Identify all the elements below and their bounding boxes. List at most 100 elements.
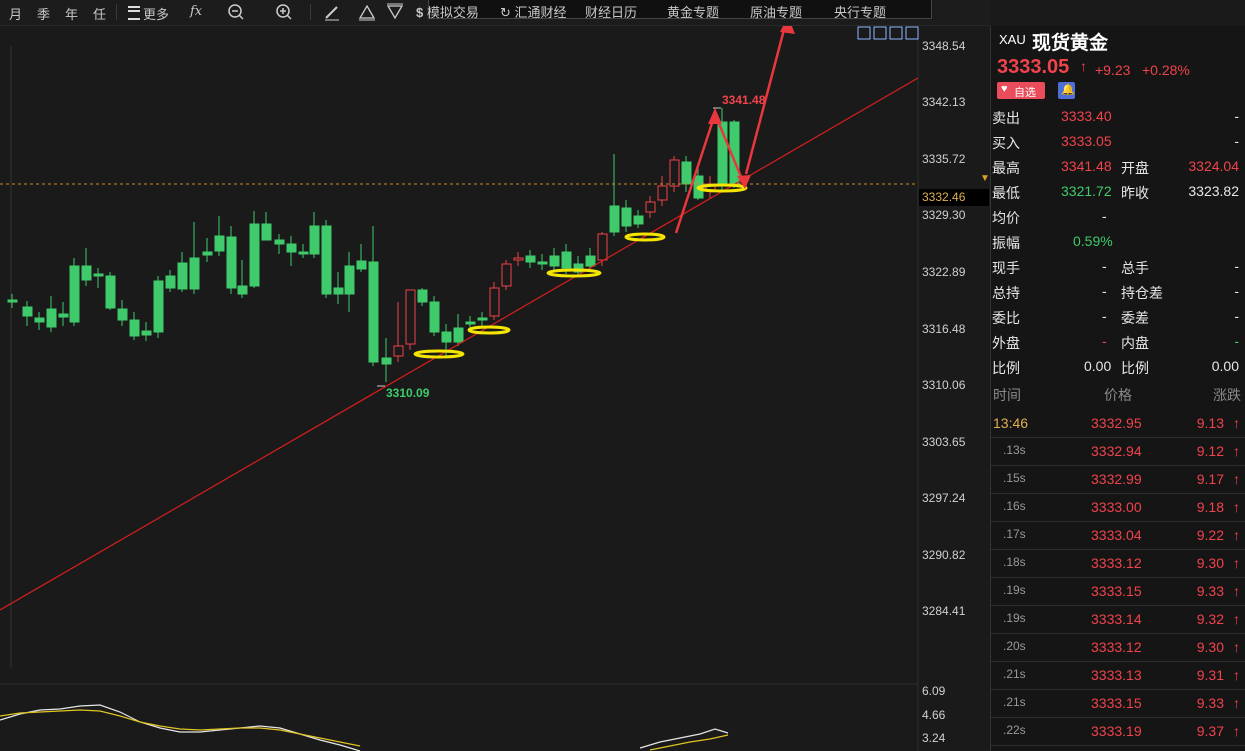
triangle-up-icon[interactable] <box>358 3 376 21</box>
tick-change: 9.31 <box>1196 667 1224 683</box>
period-month-tab[interactable]: 月 <box>9 4 22 23</box>
formula-button[interactable]: fx <box>190 4 202 19</box>
stat-label: 最低 <box>992 185 1020 201</box>
kline-canvas[interactable] <box>0 26 990 751</box>
candle-body <box>537 261 548 265</box>
candle-body <box>141 330 152 336</box>
candle-body <box>202 251 213 256</box>
stat-label: 总持 <box>992 285 1020 301</box>
high-label: 3341.48 <box>722 93 766 107</box>
tick-time: .17s <box>1003 527 1026 541</box>
candle-body <box>81 265 92 281</box>
symbol-code: XAU <box>999 32 1026 47</box>
price-marker-icon: ▼ <box>980 173 990 184</box>
stat-label: 现手 <box>992 260 1020 276</box>
indicator-axis-min: 3.24 <box>922 731 946 745</box>
up-arrow-icon: ↑ <box>1080 58 1087 74</box>
kline-chart[interactable]: 3341.48 3310.09 3348.54 3342.13 3335.72 … <box>0 26 990 751</box>
tick-row: 13:46 3332.95 9.13 ↑ <box>991 409 1245 438</box>
period-quarter-tab[interactable]: 季 <box>37 4 50 23</box>
tick-price: 3333.15 <box>1091 695 1142 711</box>
candle-body <box>298 251 309 255</box>
zoom-out-icon[interactable] <box>227 3 245 21</box>
tick-price: 3333.04 <box>1091 527 1142 543</box>
stat-label-2: 比例 <box>1121 360 1149 376</box>
candle-body <box>417 289 428 303</box>
central-bank-link[interactable]: 央行专题 <box>834 2 886 21</box>
tick-change: 9.22 <box>1196 527 1224 543</box>
draw-pen-icon[interactable] <box>323 3 341 21</box>
triangle-down-icon[interactable] <box>386 3 404 21</box>
period-custom-tab[interactable]: 任 <box>93 4 106 23</box>
tick-price: 3333.12 <box>1091 555 1142 571</box>
candle-body <box>189 257 200 290</box>
tick-price: 3332.95 <box>1091 415 1142 431</box>
candle-body <box>286 243 297 253</box>
oil-topic-link[interactable]: 原油专题 <box>750 2 802 21</box>
stat-value-2: - <box>1234 258 1239 274</box>
huitong-link[interactable]: ↻ 汇通财经 <box>500 2 567 21</box>
candle-body <box>22 306 33 317</box>
stat-value-2: - <box>1234 308 1239 324</box>
candle-body <box>34 317 45 323</box>
tick-row: .21s 3333.13 9.31 ↑ <box>991 661 1245 690</box>
more-button[interactable]: 更多 <box>128 4 169 23</box>
candle-body <box>453 327 464 343</box>
candle-body <box>249 223 260 287</box>
candle-body <box>237 285 248 295</box>
candle-body <box>274 239 285 245</box>
stat-value: - <box>1102 283 1107 299</box>
candle-body <box>597 233 608 261</box>
stat-label: 振幅 <box>992 235 1020 251</box>
chart-toolbar: 月 季 年 任 更多 fx $ 模拟交易 ↻ 汇通财经 财经日历 黄金专题 原油… <box>0 0 990 26</box>
candle-body <box>633 215 644 225</box>
tick-change: 9.33 <box>1196 695 1224 711</box>
tick-time: .21s <box>1003 667 1026 681</box>
tick-change: 9.17 <box>1196 471 1224 487</box>
tick-row: .15s 3332.99 9.17 ↑ <box>991 465 1245 494</box>
heart-icon: ♥ <box>1001 83 1008 95</box>
stat-label-2: 总手 <box>1121 260 1149 276</box>
stat-value-2: 3324.04 <box>1188 158 1239 174</box>
candle-body <box>344 265 355 295</box>
candle-body <box>309 225 320 255</box>
tick-price: 3333.12 <box>1091 639 1142 655</box>
symbol-name: 现货黄金 <box>1032 33 1109 54</box>
calendar-link[interactable]: 财经日历 <box>585 2 637 21</box>
quote-panel: XAU 现货黄金 3333.05 ↑ +9.23 +0.28% ♥ 自选 🔔 卖… <box>990 26 1245 751</box>
tick-row: .16s 3333.00 9.18 ↑ <box>991 493 1245 522</box>
candle-body <box>681 161 692 185</box>
alert-bell-button[interactable]: 🔔 <box>1058 82 1075 99</box>
candle-body <box>513 257 524 261</box>
tick-price: 3333.14 <box>1091 611 1142 627</box>
gold-topic-link[interactable]: 黄金专题 <box>667 2 719 21</box>
tick-price: 3333.15 <box>1091 583 1142 599</box>
sim-trade-link[interactable]: $ 模拟交易 <box>416 2 479 21</box>
stat-value: 3333.05 <box>1061 133 1112 149</box>
candle-body <box>117 308 128 321</box>
up-arrow-icon: ↑ <box>1233 499 1240 515</box>
up-arrow-icon: ↑ <box>1233 583 1240 599</box>
candle-body <box>645 201 656 213</box>
tick-time: 13:46 <box>993 415 1029 431</box>
zoom-in-icon[interactable] <box>275 3 293 21</box>
watchlist-button[interactable]: ♥ 自选 <box>997 82 1045 99</box>
up-arrow-icon: ↑ <box>1233 471 1240 487</box>
up-arrow-icon: ↑ <box>1233 611 1240 627</box>
up-arrow-icon: ↑ <box>1233 667 1240 683</box>
tick-row: .20s 3333.12 9.30 ↑ <box>991 633 1245 662</box>
candle-body <box>669 159 680 187</box>
low-label: 3310.09 <box>386 386 430 400</box>
candle-body <box>177 262 188 290</box>
candle-body <box>261 223 272 241</box>
candle-body <box>321 225 332 295</box>
period-year-tab[interactable]: 年 <box>65 4 78 23</box>
indicator-panel <box>0 704 729 751</box>
candle-body <box>657 185 668 201</box>
tick-time: .16s <box>1003 499 1026 513</box>
candle-body <box>333 287 344 295</box>
chart-tools[interactable] <box>857 26 919 40</box>
stat-value: - <box>1102 333 1107 349</box>
stat-label: 委比 <box>992 310 1020 326</box>
stat-label-2: 委差 <box>1121 310 1149 326</box>
